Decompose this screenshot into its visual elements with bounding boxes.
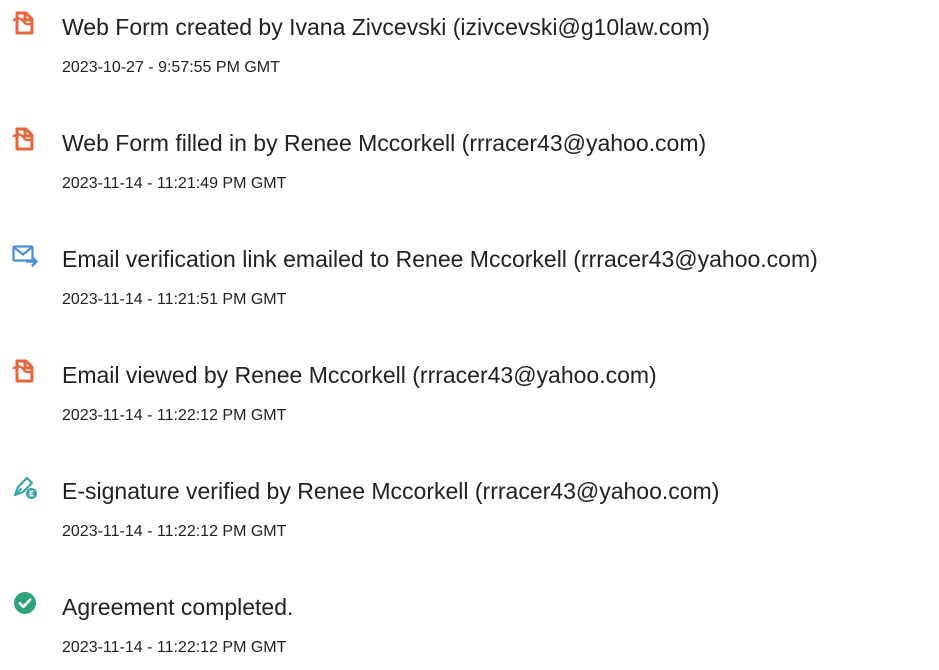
event-timestamp: 2023-11-14 - 11:21:49 PM GMT xyxy=(62,175,287,192)
event-title: Email viewed by Renee Mccorkell (rrracer… xyxy=(62,362,657,388)
event-web-form-created: Web Form created by Ivana Zivcevski (izi… xyxy=(0,0,939,90)
email-sent-icon xyxy=(12,242,38,268)
event-title: Web Form filled in by Renee Mccorkell (r… xyxy=(62,130,707,156)
event-title: Agreement completed. xyxy=(62,594,294,620)
document-pdf-icon xyxy=(12,126,38,152)
event-title: Web Form created by Ivana Zivcevski (izi… xyxy=(62,14,710,40)
event-email-viewed: Email viewed by Renee Mccorkell (rrracer… xyxy=(0,348,939,438)
check-circle-icon xyxy=(12,590,38,616)
event-title: E-signature verified by Renee Mccorkell … xyxy=(62,478,720,504)
event-timestamp: 2023-10-27 - 9:57:55 PM GMT xyxy=(62,59,280,76)
audit-history: Web Form created by Ivana Zivcevski (izi… xyxy=(0,0,939,656)
event-timestamp: 2023-11-14 - 11:21:51 PM GMT xyxy=(62,291,287,308)
event-title: Email verification link emailed to Renee… xyxy=(62,246,818,272)
document-pdf-icon xyxy=(12,10,38,36)
event-agreement-completed: Agreement completed. 2023-11-14 - 11:22:… xyxy=(0,580,939,670)
event-timestamp: 2023-11-14 - 11:22:12 PM GMT xyxy=(62,407,287,424)
event-timestamp: 2023-11-14 - 11:22:12 PM GMT xyxy=(62,639,287,656)
event-verification-emailed: Email verification link emailed to Renee… xyxy=(0,232,939,322)
esignature-verified-icon xyxy=(12,474,38,500)
event-web-form-filled: Web Form filled in by Renee Mccorkell (r… xyxy=(0,116,939,206)
document-pdf-icon xyxy=(12,358,38,384)
event-esignature-verified: E-signature verified by Renee Mccorkell … xyxy=(0,464,939,554)
event-timestamp: 2023-11-14 - 11:22:12 PM GMT xyxy=(62,523,287,540)
